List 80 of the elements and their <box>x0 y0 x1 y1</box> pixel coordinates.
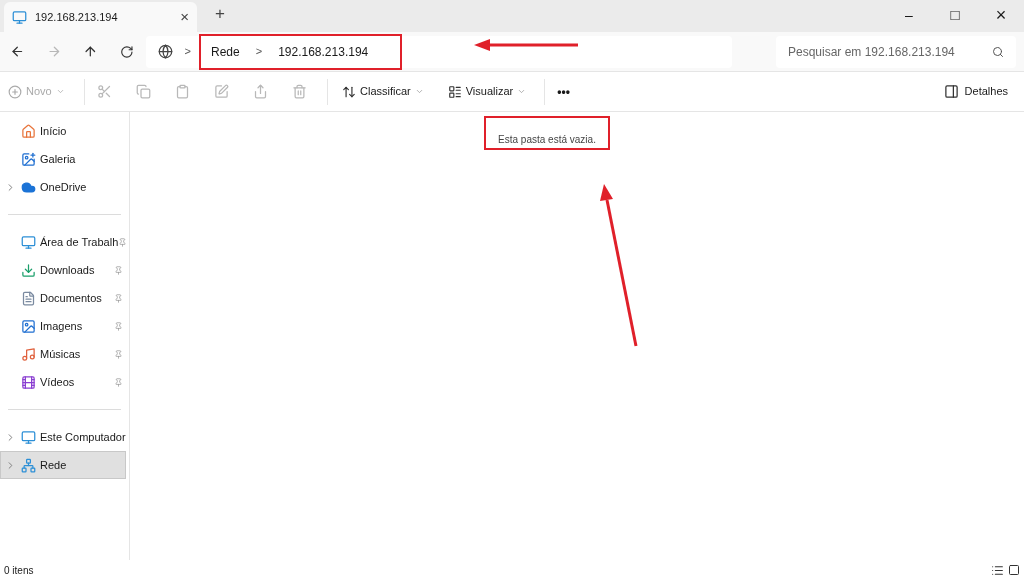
copy-icon[interactable] <box>136 84 151 99</box>
plus-icon <box>8 84 22 99</box>
pin-icon[interactable] <box>114 293 123 303</box>
search-icon[interactable] <box>992 45 1004 58</box>
tab[interactable]: 192.168.213.194 × <box>4 2 197 32</box>
paste-icon[interactable] <box>175 84 190 99</box>
caret-icon <box>55 87 65 96</box>
sidebar-item[interactable]: Imagens <box>0 312 126 340</box>
breadcrumb[interactable]: Rede <box>207 42 244 61</box>
sidebar-item[interactable]: Área de Trabalh <box>0 228 126 256</box>
item-label: Documentos <box>40 290 102 306</box>
sidebar-item[interactable]: Rede <box>0 451 126 479</box>
pin-icon[interactable] <box>114 321 123 331</box>
sidebar-item[interactable]: Músicas <box>0 340 126 368</box>
item-label: Este Computador <box>40 429 126 445</box>
up-icon[interactable] <box>83 44 98 59</box>
search-field[interactable]: Pesquisar em 192.168.213.194 <box>776 35 1016 68</box>
new-tab-button[interactable]: + <box>215 0 225 26</box>
cloud-icon <box>21 179 36 195</box>
list-view-icon[interactable] <box>991 563 1004 577</box>
sort-button[interactable]: Classificar <box>342 83 424 100</box>
maximize-button[interactable]: □ <box>932 0 978 30</box>
separator: > <box>184 44 192 60</box>
sidebar-item[interactable]: Downloads <box>0 256 126 284</box>
refresh-icon[interactable] <box>119 44 134 59</box>
tab-close-button[interactable]: × <box>180 5 189 29</box>
item-label: Imagens <box>40 318 83 334</box>
back-icon[interactable] <box>10 44 25 59</box>
sidebar-item[interactable]: Documentos <box>0 284 126 312</box>
details-button[interactable]: Detalhes <box>943 83 1008 100</box>
film-icon <box>21 374 36 390</box>
item-label: Início <box>40 123 67 139</box>
more-button[interactable]: ••• <box>544 78 570 105</box>
item-label: OneDrive <box>40 179 87 195</box>
caret-icon <box>414 87 424 96</box>
item-label: Rede <box>40 457 67 473</box>
empty-folder-message: Esta pasta está vazia. <box>498 134 596 145</box>
tab-title: 192.168.213.194 <box>35 9 119 25</box>
separator: > <box>255 44 263 60</box>
sidebar-item[interactable]: Galeria <box>0 145 126 173</box>
pin-icon[interactable] <box>114 265 123 275</box>
globe-icon <box>157 44 173 59</box>
share-icon[interactable] <box>253 84 268 99</box>
item-label: Galeria <box>40 151 76 167</box>
music-icon <box>21 346 36 362</box>
sidebar-item[interactable]: Vídeos <box>0 368 126 396</box>
pin-icon[interactable] <box>114 349 123 359</box>
monitor-icon <box>12 9 27 25</box>
rename-icon[interactable] <box>214 84 229 99</box>
sidebar-item[interactable]: Este Computador <box>0 423 126 451</box>
pin-icon[interactable] <box>118 237 128 247</box>
item-label: Músicas <box>40 346 81 362</box>
delete-icon[interactable] <box>292 84 307 99</box>
network-icon <box>21 457 36 473</box>
sort-icon <box>342 84 356 99</box>
close-button[interactable]: × <box>978 0 1024 30</box>
document-icon <box>21 290 36 306</box>
breadcrumb[interactable]: 192.168.213.194 <box>274 42 373 61</box>
forward-icon[interactable] <box>46 44 62 59</box>
download-icon <box>21 262 36 278</box>
monitor-icon <box>21 429 36 445</box>
home-icon <box>21 123 36 139</box>
image-icon <box>21 318 36 334</box>
gallery-icon <box>21 151 36 167</box>
address-field[interactable]: > Rede > 192.168.213.194 <box>145 35 732 68</box>
sidebar-item[interactable]: OneDrive <box>0 173 126 201</box>
item-label: Vídeos <box>40 374 75 390</box>
monitor-icon <box>21 234 36 250</box>
cut-icon[interactable] <box>97 84 112 99</box>
item-label: Downloads <box>40 262 95 278</box>
item-count: 0 itens <box>4 563 34 578</box>
minimize-button[interactable]: – <box>886 0 932 30</box>
caret-icon <box>517 87 527 96</box>
tiles-view-icon[interactable] <box>1008 564 1020 576</box>
item-label: Área de Trabalh <box>40 234 119 250</box>
list-icon <box>447 84 462 99</box>
panel-icon <box>943 84 959 99</box>
sidebar-item[interactable]: Início <box>0 117 126 145</box>
view-button[interactable]: Visualizar <box>447 83 527 100</box>
pin-icon[interactable] <box>114 377 123 387</box>
